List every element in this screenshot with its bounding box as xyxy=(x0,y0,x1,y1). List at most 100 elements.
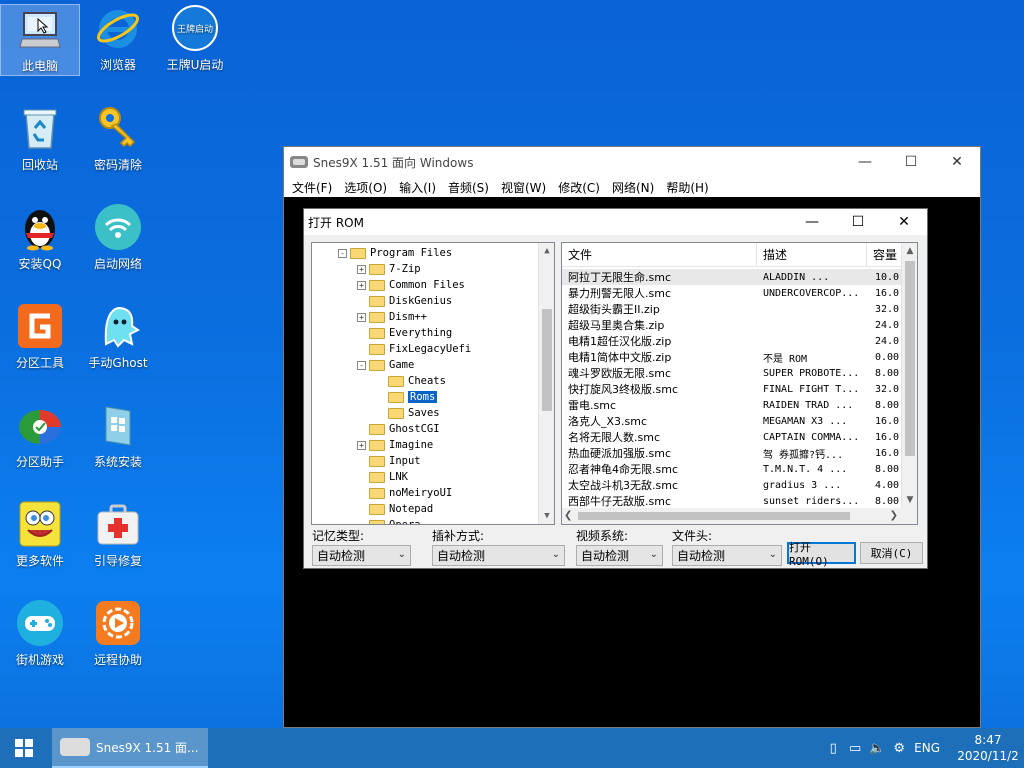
desktop-icon-partition-tool[interactable]: 分区工具 xyxy=(0,302,80,371)
dialog-close-button[interactable]: ✕ xyxy=(881,209,927,235)
file-row[interactable]: 超级马里奥合集.zip 24.0 xyxy=(562,317,902,333)
tree-item[interactable]: +7-Zip xyxy=(357,261,421,277)
file-row[interactable]: 名将无限人数.smc CAPTAIN COMMA... 16.0 xyxy=(562,429,902,445)
cancel-button[interactable]: 取消(C) xyxy=(860,542,923,564)
file-row[interactable]: 快打旋风3终极版.smc FINAL FIGHT T... 32.0 xyxy=(562,381,902,397)
tree-item[interactable]: Roms xyxy=(376,389,438,405)
tree-item[interactable]: Cheats xyxy=(376,373,446,389)
taskbar-app-snes9x[interactable]: Snes9X 1.51 面... xyxy=(52,728,208,768)
maximize-button[interactable]: ☐ xyxy=(888,147,934,177)
file-row[interactable]: 热血硬派加强版.smc 驾 券孤攠?钙... 16.0 xyxy=(562,445,902,461)
expand-icon[interactable]: + xyxy=(357,264,366,274)
input-language[interactable]: ENG xyxy=(910,741,944,755)
open-rom-button[interactable]: 打开 ROM(O) xyxy=(787,541,856,568)
menu-sound[interactable]: 音频(S) xyxy=(442,179,495,196)
clock[interactable]: 8:47 2020/11/2 xyxy=(952,732,1024,764)
scrollbar-thumb[interactable] xyxy=(542,309,552,411)
tree-item[interactable]: FixLegacyUefi xyxy=(357,341,471,357)
file-row[interactable]: 洛克人_X3.smc MEGAMAN X3 ... 16.0 xyxy=(562,413,902,429)
close-button[interactable]: ✕ xyxy=(934,147,980,177)
snes9x-titlebar[interactable]: Snes9X 1.51 面向 Windows — ☐ ✕ xyxy=(284,147,980,177)
desktop-icon-partition-assistant[interactable]: 分区助手 xyxy=(0,401,80,470)
tree-item[interactable]: + Common Files xyxy=(357,277,465,293)
desktop-icon-this-pc[interactable]: 此电脑 xyxy=(0,4,80,76)
volume-icon[interactable]: 🔈 xyxy=(866,741,888,756)
tree-item[interactable]: Everything xyxy=(357,325,452,341)
file-row[interactable]: 忍者神龟4命无限.smc T.M.N.T. 4 ... 8.00 xyxy=(562,461,902,477)
settings-icon[interactable]: ⚙ xyxy=(888,741,910,756)
tree-item[interactable]: Notepad xyxy=(357,501,433,517)
usb-device-icon[interactable]: ▯ xyxy=(822,741,844,756)
file-row[interactable]: 阿拉丁无限生命.smc ALADDIN ... 10.0 xyxy=(562,269,902,285)
desktop-icon-recycle-bin[interactable]: 回收站 xyxy=(0,104,80,173)
scroll-down-icon[interactable]: ▼ xyxy=(902,492,917,508)
tree-item[interactable]: Saves xyxy=(376,405,440,421)
file-row[interactable]: 电精1简体中文版.zip 不是 ROM 0.00 xyxy=(562,349,902,365)
dialog-titlebar[interactable]: 打开 ROM — ☐ ✕ xyxy=(304,209,927,235)
dialog-maximize-button[interactable]: ☐ xyxy=(835,209,881,235)
desktop-icon-system-install[interactable]: 系统安装 xyxy=(78,401,158,470)
desktop-icon-start-network[interactable]: 启动网络 xyxy=(78,203,158,272)
video-system-select[interactable]: 自动检测 ⌄ xyxy=(576,545,663,566)
desktop-icon-browser[interactable]: 浏览器 xyxy=(78,4,158,73)
menu-file[interactable]: 文件(F) xyxy=(286,179,338,196)
tree-item[interactable]: Input xyxy=(357,453,421,469)
desktop-icon-manual-ghost[interactable]: 手动Ghost xyxy=(78,302,158,371)
menu-network[interactable]: 网络(N) xyxy=(606,179,660,196)
file-row[interactable]: 西部牛仔无敌版.smc sunset riders... 8.00 xyxy=(562,493,902,509)
tree-item[interactable]: GhostCGI xyxy=(357,421,440,437)
collapse-icon[interactable]: - xyxy=(357,360,366,370)
network-icon[interactable]: ▭ xyxy=(844,741,866,756)
memory-type-select[interactable]: 自动检测 ⌄ xyxy=(312,545,411,566)
menu-help[interactable]: 帮助(H) xyxy=(660,179,714,196)
folder-tree[interactable]: Opera Notepad noMeiryoUI LNK Input + Imagine Gh… xyxy=(311,242,555,525)
list-scrollbar[interactable]: ▲ ▼ xyxy=(901,243,917,524)
file-row[interactable]: 暴力刑警无限人.smc UNDERCOVERCOP... 16.0 xyxy=(562,285,902,301)
scroll-left-icon[interactable]: ❮ xyxy=(564,508,572,524)
file-row[interactable]: 魂斗罗欧版无限.smc SUPER PROBOTE... 8.00 xyxy=(562,365,902,381)
tree-item[interactable]: - Program Files xyxy=(338,245,452,261)
tree-item[interactable]: noMeiryoUI xyxy=(357,485,452,501)
tree-item[interactable]: + Imagine xyxy=(357,437,433,453)
menu-window[interactable]: 视窗(W) xyxy=(495,179,552,196)
file-row[interactable]: 雷电.smc RAIDEN TRAD ... 8.00 xyxy=(562,397,902,413)
expand-icon[interactable]: + xyxy=(357,312,366,322)
menu-input[interactable]: 输入(I) xyxy=(393,179,442,196)
expand-icon[interactable]: + xyxy=(357,440,366,450)
collapse-icon[interactable]: - xyxy=(338,248,347,258)
desktop-icon-install-qq[interactable]: 安装QQ xyxy=(0,203,80,272)
dialog-minimize-button[interactable]: — xyxy=(789,209,835,235)
start-button[interactable] xyxy=(0,728,48,768)
header-select[interactable]: 自动检测 ⌄ xyxy=(672,545,782,566)
scroll-up-icon[interactable]: ▲ xyxy=(902,243,917,259)
tree-item[interactable]: Opera xyxy=(357,517,421,524)
desktop-icon-remote-assist[interactable]: 远程协助 xyxy=(78,599,158,668)
scroll-down-icon[interactable]: ▼ xyxy=(539,508,554,524)
file-row[interactable]: 超级街头霸王II.zip 32.0 xyxy=(562,301,902,317)
scroll-up-icon[interactable]: ▲ xyxy=(539,243,554,259)
tree-scrollbar[interactable]: ▲ ▼ xyxy=(538,243,554,524)
desktop-icon-arcade[interactable]: 街机游戏 xyxy=(0,599,80,668)
hscrollbar-thumb[interactable] xyxy=(578,512,850,520)
menu-cheat[interactable]: 修改(C) xyxy=(552,179,606,196)
minimize-button[interactable]: — xyxy=(842,147,888,177)
file-row[interactable]: 太空战斗机3无敌.smc gradius 3 ... 4.00 xyxy=(562,477,902,493)
column-header-description[interactable]: 描述 xyxy=(757,243,867,266)
desktop-icon-password-clear[interactable]: 密码清除 xyxy=(78,104,158,173)
scrollbar-thumb[interactable] xyxy=(905,261,915,456)
tree-item[interactable]: LNK xyxy=(357,469,408,485)
scroll-right-icon[interactable]: ❯ xyxy=(890,508,898,524)
list-hscrollbar[interactable]: ❮ ❯ xyxy=(562,508,902,524)
tree-item[interactable]: DiskGenius xyxy=(357,293,452,309)
file-row[interactable]: 电精1超任汉化版.zip 24.0 xyxy=(562,333,902,349)
expand-icon[interactable]: + xyxy=(357,280,366,290)
menu-options[interactable]: 选项(O) xyxy=(338,179,393,196)
rom-file-list[interactable]: 文件 描述 容量 阿拉丁无限生命.smc ALADDIN ... 10.0 暴力刑警无… xyxy=(561,242,918,525)
desktop-icon-wangpai[interactable]: 王牌启动 王牌U启动 xyxy=(155,4,235,73)
desktop-icon-more-software[interactable]: 更多软件 xyxy=(0,500,80,569)
tree-item[interactable]: - Game xyxy=(357,357,414,373)
column-header-size[interactable]: 容量 xyxy=(867,243,902,266)
tree-item[interactable]: + Dism++ xyxy=(357,309,427,325)
desktop-icon-boot-repair[interactable]: 引导修复 xyxy=(78,500,158,569)
column-header-file[interactable]: 文件 xyxy=(562,243,757,266)
